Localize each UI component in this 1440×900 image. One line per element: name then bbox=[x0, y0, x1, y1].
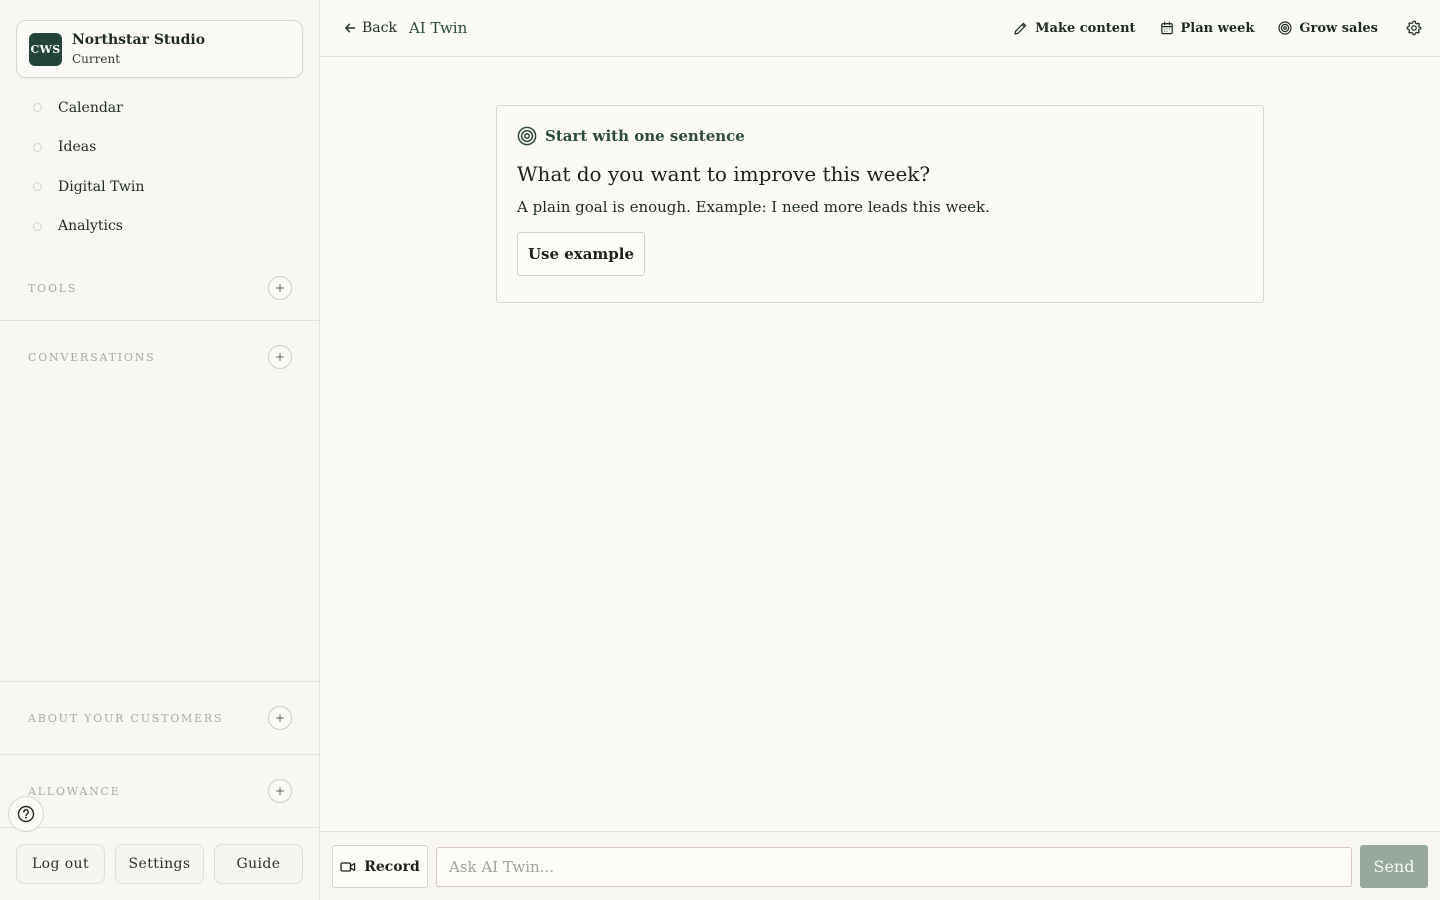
dot-icon bbox=[33, 221, 42, 231]
sidebar-item-digital-twin[interactable]: Digital Twin bbox=[0, 167, 319, 207]
record-button[interactable]: Record bbox=[332, 845, 428, 888]
dot-icon bbox=[33, 182, 42, 192]
plan-week-button[interactable]: Plan week bbox=[1160, 20, 1255, 36]
sidebar-item-label: Ideas bbox=[58, 139, 97, 156]
sidebar-item-label: Analytics bbox=[58, 218, 123, 235]
add-customer-info-button[interactable]: + bbox=[268, 706, 292, 730]
back-button[interactable]: Back bbox=[344, 20, 397, 36]
add-conversation-button[interactable]: + bbox=[268, 345, 292, 369]
record-label: Record bbox=[364, 858, 420, 875]
sidebar-item-label: Digital Twin bbox=[58, 178, 145, 195]
sidebar-item-calendar[interactable]: Calendar bbox=[0, 88, 319, 128]
section-label-conversations: CONVERSATIONS bbox=[28, 350, 156, 364]
card-heading: Start with one sentence bbox=[545, 127, 745, 145]
divider bbox=[0, 827, 319, 828]
composer-bar: Record Send bbox=[320, 831, 1440, 900]
grow-sales-button[interactable]: Grow sales bbox=[1278, 21, 1378, 36]
video-camera-icon bbox=[340, 861, 356, 872]
sidebar-nav: Calendar Ideas Digital Twin Analytics bbox=[0, 88, 319, 246]
starter-card: Start with one sentence What do you want… bbox=[496, 105, 1264, 303]
section-label-allowance: ALLOWANCE bbox=[28, 784, 121, 798]
sidebar-item-analytics[interactable]: Analytics bbox=[0, 207, 319, 247]
sidebar: CWS Northstar Studio Current Calendar Id… bbox=[0, 0, 320, 900]
settings-button[interactable]: Settings bbox=[115, 844, 204, 884]
dot-icon bbox=[33, 103, 42, 113]
settings-gear-button[interactable] bbox=[1406, 20, 1422, 36]
logout-button[interactable]: Log out bbox=[16, 844, 105, 884]
make-content-label: Make content bbox=[1035, 20, 1136, 36]
sidebar-footer: Log out Settings Guide bbox=[16, 844, 303, 884]
card-header: Start with one sentence bbox=[517, 126, 1243, 146]
make-content-button[interactable]: Make content bbox=[1013, 20, 1136, 36]
workspace-status: Current bbox=[72, 52, 121, 66]
add-allowance-button[interactable]: + bbox=[268, 779, 292, 803]
calendar-icon bbox=[1160, 21, 1173, 35]
grow-sales-label: Grow sales bbox=[1299, 20, 1378, 36]
dot-icon bbox=[33, 142, 42, 152]
target-icon bbox=[1278, 21, 1292, 35]
ask-input[interactable] bbox=[436, 847, 1352, 887]
section-conversations: CONVERSATIONS + bbox=[0, 321, 319, 393]
workspace-name: Northstar Studio bbox=[72, 32, 206, 48]
arrow-left-icon bbox=[345, 23, 356, 33]
guide-button[interactable]: Guide bbox=[214, 844, 303, 884]
top-actions: Make content Plan week Grow sales bbox=[1013, 20, 1422, 36]
section-label-customers: ABOUT YOUR CUSTOMERS bbox=[28, 711, 224, 725]
back-label: Back bbox=[362, 20, 397, 36]
help-button[interactable] bbox=[8, 796, 44, 832]
section-tools: TOOLS + bbox=[0, 252, 319, 324]
target-icon bbox=[517, 126, 537, 146]
add-tool-button[interactable]: + bbox=[268, 276, 292, 300]
card-question: What do you want to improve this week? bbox=[517, 162, 931, 186]
workspace-info: Northstar Studio Current bbox=[72, 31, 205, 67]
section-customers: ABOUT YOUR CUSTOMERS + bbox=[0, 682, 319, 754]
top-bar: Back AI Twin Make content Plan week Grow… bbox=[320, 0, 1440, 57]
workspace-avatar: CWS bbox=[29, 32, 62, 66]
question-circle-icon bbox=[17, 805, 35, 823]
page-title: AI Twin bbox=[408, 19, 468, 37]
app-root: CWS Northstar Studio Current Calendar Id… bbox=[0, 0, 1440, 900]
sidebar-item-ideas[interactable]: Ideas bbox=[0, 128, 319, 168]
gear-icon bbox=[1406, 20, 1422, 36]
section-label-tools: TOOLS bbox=[28, 281, 78, 295]
workspace-switcher[interactable]: CWS Northstar Studio Current bbox=[16, 20, 303, 78]
pencil-icon bbox=[1014, 22, 1027, 35]
plan-week-label: Plan week bbox=[1180, 20, 1255, 36]
card-description: A plain goal is enough. Example: I need … bbox=[517, 198, 990, 216]
main-panel: Back AI Twin Make content Plan week Grow… bbox=[320, 0, 1440, 900]
use-example-button[interactable]: Use example bbox=[517, 232, 645, 276]
send-button[interactable]: Send bbox=[1360, 845, 1428, 888]
section-allowance: ALLOWANCE + bbox=[0, 755, 319, 827]
sidebar-item-label: Calendar bbox=[58, 99, 123, 116]
